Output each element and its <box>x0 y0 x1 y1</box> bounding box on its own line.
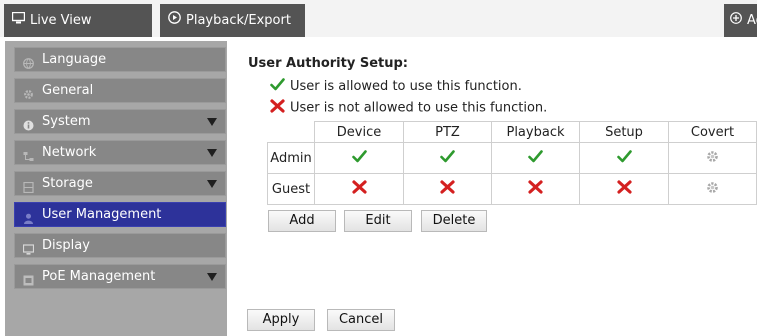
permission-cell[interactable] <box>403 173 492 205</box>
row-user-label: Guest <box>267 173 315 205</box>
chevron-down-icon <box>207 118 217 126</box>
sidebar-item-label: System <box>42 114 91 129</box>
tab-add[interactable]: Ad <box>724 4 757 37</box>
permission-cell[interactable] <box>403 142 492 174</box>
tab-label: Ad <box>747 13 757 28</box>
column-header: Covert <box>668 121 757 143</box>
user-authority-table: Device PTZ Playback Setup Covert Admin G… <box>267 121 757 205</box>
column-header: Playback <box>491 121 580 143</box>
row-user-label: Admin <box>267 142 315 174</box>
sidebar-item-display[interactable]: Display <box>14 233 226 258</box>
check-icon <box>270 78 286 95</box>
tab-live-view[interactable]: Live View <box>4 4 152 37</box>
permission-cell[interactable] <box>579 142 669 174</box>
sidebar-item-label: User Management <box>42 207 162 222</box>
permission-cell[interactable] <box>491 173 580 205</box>
sidebar-item-system[interactable]: System <box>14 109 226 134</box>
storage-icon <box>23 178 34 194</box>
tab-playback-export[interactable]: Playback/Export <box>160 4 305 37</box>
permission-cell[interactable] <box>491 142 580 174</box>
sidebar-item-general[interactable]: General <box>14 78 226 103</box>
legend-denied: User is not allowed to use this function… <box>270 99 547 117</box>
legend-allowed: User is allowed to use this function. <box>270 78 522 95</box>
sidebar-item-label: Language <box>42 52 107 67</box>
permission-cell[interactable] <box>668 142 757 174</box>
permission-cell[interactable] <box>314 142 404 174</box>
page-title: User Authority Setup: <box>248 56 408 71</box>
gear-icon <box>707 150 718 162</box>
sidebar-item-label: Storage <box>42 176 93 191</box>
sidebar-item-network[interactable]: Network <box>14 140 226 165</box>
tab-label: Live View <box>30 13 92 28</box>
delete-user-button[interactable]: Delete <box>421 210 487 232</box>
table-row: Admin <box>267 142 757 174</box>
settings-sidebar: Language General System Network Storage … <box>5 41 227 336</box>
legend-denied-text: User is not allowed to use this function… <box>290 100 548 116</box>
monitor-icon <box>22 240 35 255</box>
plus-circle-icon <box>730 4 742 37</box>
table-corner-cell <box>267 121 315 143</box>
sidebar-item-language[interactable]: Language <box>14 47 226 72</box>
monitor-icon <box>11 4 26 37</box>
sidebar-item-poe-management[interactable]: PoE Management <box>14 264 226 289</box>
check-icon <box>351 149 367 162</box>
table-header-row: Device PTZ Playback Setup Covert <box>267 121 757 143</box>
user-icon <box>23 209 34 224</box>
info-icon <box>23 116 34 131</box>
table-row: Guest <box>267 173 757 205</box>
tab-label: Playback/Export <box>186 13 291 28</box>
gear-icon <box>707 181 718 193</box>
play-circle-icon <box>168 4 181 37</box>
column-header: Device <box>314 121 404 143</box>
chevron-down-icon <box>207 273 217 281</box>
gear-icon <box>23 85 34 99</box>
column-header: PTZ <box>403 121 492 143</box>
check-icon <box>528 149 543 162</box>
edit-user-button[interactable]: Edit <box>344 210 412 232</box>
chevron-down-icon <box>207 149 217 157</box>
cross-icon <box>616 180 632 194</box>
poe-icon <box>23 271 34 286</box>
cross-icon <box>270 99 286 117</box>
sidebar-item-label: Network <box>42 145 97 160</box>
cross-icon <box>528 180 543 194</box>
sidebar-item-label: General <box>42 83 94 98</box>
legend-allowed-text: User is allowed to use this function. <box>290 79 522 94</box>
sidebar-item-label: Display <box>42 238 90 253</box>
sidebar-item-user-management[interactable]: User Management <box>14 202 226 227</box>
check-icon <box>440 149 455 162</box>
add-user-button[interactable]: Add <box>268 210 336 232</box>
globe-icon <box>23 54 34 69</box>
sidebar-item-label: PoE Management <box>42 269 156 284</box>
chevron-down-icon <box>207 180 217 188</box>
network-icon <box>23 147 34 161</box>
permission-cell[interactable] <box>314 173 404 205</box>
permission-cell[interactable] <box>668 173 757 205</box>
cross-icon <box>351 180 367 194</box>
permission-cell[interactable] <box>579 173 669 205</box>
top-navigation-bar: Live View Playback/Export Ad <box>0 0 757 37</box>
check-icon <box>616 149 632 162</box>
column-header: Setup <box>579 121 669 143</box>
cross-icon <box>440 180 455 194</box>
sidebar-item-storage[interactable]: Storage <box>14 171 226 196</box>
